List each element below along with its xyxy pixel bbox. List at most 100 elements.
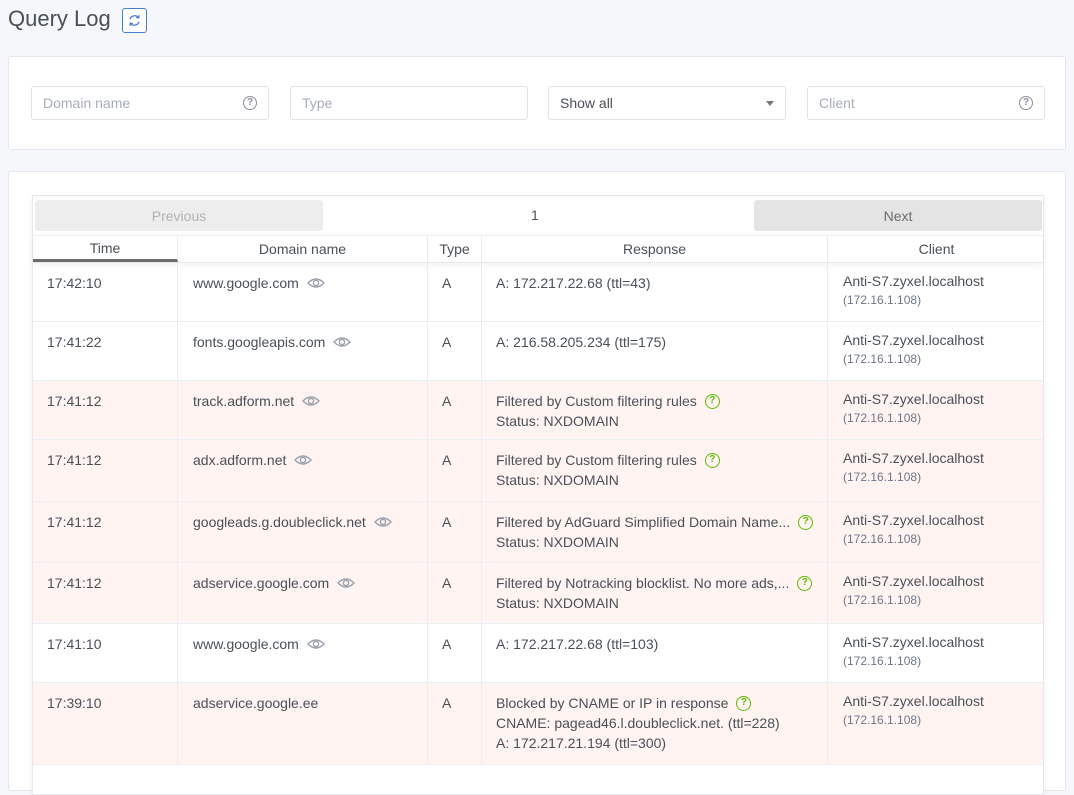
question-icon[interactable]: ? xyxy=(736,695,752,711)
response-line: A: 172.217.21.194 (ttl=300) xyxy=(496,733,827,753)
domain-cell: www.google.com xyxy=(178,263,428,321)
time-cell: 17:41:12 xyxy=(33,381,178,439)
response-text: Status: NXDOMAIN xyxy=(496,472,619,488)
client-cell[interactable]: Anti-S7.zyxel.localhost (172.16.1.108) xyxy=(828,502,1045,562)
client-name: Anti-S7.zyxel.localhost xyxy=(843,634,984,650)
table-row: 17:41:12 track.adform.net A Filtered by Cus… xyxy=(33,381,1043,440)
type-filter-input[interactable] xyxy=(302,95,516,111)
query-log-card: Previous 1 Next Time Domain name Type Re… xyxy=(8,171,1066,795)
refresh-button[interactable] xyxy=(121,8,147,33)
client-name: Anti-S7.zyxel.localhost xyxy=(843,332,984,348)
eye-icon[interactable] xyxy=(333,335,352,351)
question-icon[interactable]: ? xyxy=(704,393,720,409)
client-cell[interactable]: Anti-S7.zyxel.localhost (172.16.1.108) xyxy=(828,683,1045,764)
response-text: Filtered by Custom filtering rules xyxy=(496,393,697,409)
table-row: 17:41:12 adx.adform.net A Filtered by Custo… xyxy=(33,440,1043,502)
eye-icon[interactable] xyxy=(306,637,325,653)
response-cell: Blocked by CNAME or IP in response? CNAME… xyxy=(482,683,828,764)
domain-cell: fonts.googleapis.com xyxy=(178,322,428,380)
domain-cell: www.google.com xyxy=(178,624,428,682)
time-cell: 17:41:22 xyxy=(33,322,178,380)
column-header-client[interactable]: Client xyxy=(828,236,1045,262)
response-text: A: 172.217.22.68 (ttl=103) xyxy=(496,636,659,652)
question-icon[interactable]: ? xyxy=(797,575,813,591)
question-icon[interactable]: ? xyxy=(798,514,814,530)
page-title: Query Log xyxy=(8,5,111,31)
domain-name: adservice.google.ee xyxy=(193,695,319,711)
client-name: Anti-S7.zyxel.localhost xyxy=(843,273,984,289)
response-cell: A: 172.217.22.68 (ttl=43) xyxy=(482,263,828,321)
column-header-type[interactable]: Type xyxy=(428,236,482,262)
type-cell: A xyxy=(428,502,482,562)
response-text: Filtered by AdGuard Simplified Domain Na… xyxy=(496,514,791,530)
column-header-response[interactable]: Response xyxy=(482,236,828,262)
question-icon[interactable]: ? xyxy=(1019,96,1033,110)
response-text: Filtered by Notracking blocklist. No mor… xyxy=(496,575,790,591)
time-cell: 17:41:10 xyxy=(33,624,178,682)
table-row: 17:42:10 www.google.com A A: 172.217.22.68 … xyxy=(33,263,1043,322)
domain-cell: adservice.google.ee xyxy=(178,683,428,764)
response-line: CNAME: pagead46.l.doubleclick.net. (ttl=… xyxy=(496,713,827,733)
domain-filter-field[interactable]: ? xyxy=(31,86,269,120)
client-ip: (172.16.1.108) xyxy=(843,532,922,546)
page-number: 1 xyxy=(531,207,539,223)
type-cell: A xyxy=(428,624,482,682)
type-filter-field[interactable] xyxy=(290,86,528,120)
response-line: Filtered by Custom filtering rules? xyxy=(496,391,827,411)
domain-name: www.google.com xyxy=(193,275,299,291)
client-ip: (172.16.1.108) xyxy=(843,411,922,425)
domain-name: track.adform.net xyxy=(193,393,295,409)
client-cell[interactable]: Anti-S7.zyxel.localhost (172.16.1.108) xyxy=(828,624,1045,682)
type-cell: A xyxy=(428,263,482,321)
question-icon[interactable]: ? xyxy=(243,96,257,110)
client-cell[interactable]: Anti-S7.zyxel.localhost (172.16.1.108) xyxy=(828,263,1045,321)
client-name: Anti-S7.zyxel.localhost xyxy=(843,573,984,589)
response-text: A: 172.217.21.194 (ttl=300) xyxy=(496,735,667,751)
domain-name: googleads.g.doubleclick.net xyxy=(193,514,366,530)
question-icon[interactable]: ? xyxy=(704,452,720,468)
client-filter-field[interactable]: ? xyxy=(807,86,1045,120)
type-cell: A xyxy=(428,440,482,501)
response-cell: Filtered by Notracking blocklist. No mor… xyxy=(482,563,828,623)
eye-icon[interactable] xyxy=(302,394,321,410)
response-line: Status: NXDOMAIN xyxy=(496,470,827,490)
domain-name: adx.adform.net xyxy=(193,452,287,468)
client-ip: (172.16.1.108) xyxy=(843,293,922,307)
eye-icon[interactable] xyxy=(294,453,313,469)
time-cell: 17:42:10 xyxy=(33,263,178,321)
type-cell: A xyxy=(428,322,482,380)
next-button[interactable]: Next xyxy=(754,200,1042,231)
eye-icon[interactable] xyxy=(337,576,356,592)
previous-button[interactable]: Previous xyxy=(35,200,323,231)
page-header: Query Log xyxy=(8,4,147,33)
response-filter-select[interactable]: Show all xyxy=(548,86,786,120)
refresh-icon xyxy=(129,15,140,26)
client-filter-input[interactable] xyxy=(819,95,1019,111)
client-ip: (172.16.1.108) xyxy=(843,352,922,366)
response-line: A: 172.217.22.68 (ttl=43) xyxy=(496,273,827,293)
client-cell[interactable]: Anti-S7.zyxel.localhost (172.16.1.108) xyxy=(828,381,1045,439)
table-row: 17:41:12 adservice.google.com A Filtered by… xyxy=(33,563,1043,624)
domain-cell: track.adform.net xyxy=(178,381,428,439)
client-ip: (172.16.1.108) xyxy=(843,654,922,668)
eye-icon[interactable] xyxy=(373,515,392,531)
domain-cell: googleads.g.doubleclick.net xyxy=(178,502,428,562)
response-cell: A: 172.217.22.68 (ttl=103) xyxy=(482,624,828,682)
response-line: Status: NXDOMAIN xyxy=(496,593,827,613)
eye-icon[interactable] xyxy=(306,276,325,292)
client-cell[interactable]: Anti-S7.zyxel.localhost (172.16.1.108) xyxy=(828,440,1045,501)
table-row: 17:41:12 googleads.g.doubleclick.net A Filt… xyxy=(33,502,1043,563)
table-row: 17:39:10 adservice.google.ee A Blocked by C… xyxy=(33,683,1043,765)
filters-card: ? Show all ? xyxy=(8,56,1066,150)
response-text: CNAME: pagead46.l.doubleclick.net. (ttl=… xyxy=(496,715,780,731)
client-cell[interactable]: Anti-S7.zyxel.localhost (172.16.1.108) xyxy=(828,563,1045,623)
column-header-time[interactable]: Time xyxy=(33,236,178,262)
response-cell: A: 216.58.205.234 (ttl=175) xyxy=(482,322,828,380)
domain-filter-input[interactable] xyxy=(43,95,243,111)
column-header-domain[interactable]: Domain name xyxy=(178,236,428,262)
client-cell[interactable]: Anti-S7.zyxel.localhost (172.16.1.108) xyxy=(828,322,1045,380)
response-line: A: 216.58.205.234 (ttl=175) xyxy=(496,332,827,352)
response-line: Status: NXDOMAIN xyxy=(496,411,827,431)
time-cell: 17:41:12 xyxy=(33,502,178,562)
client-ip: (172.16.1.108) xyxy=(843,593,922,607)
